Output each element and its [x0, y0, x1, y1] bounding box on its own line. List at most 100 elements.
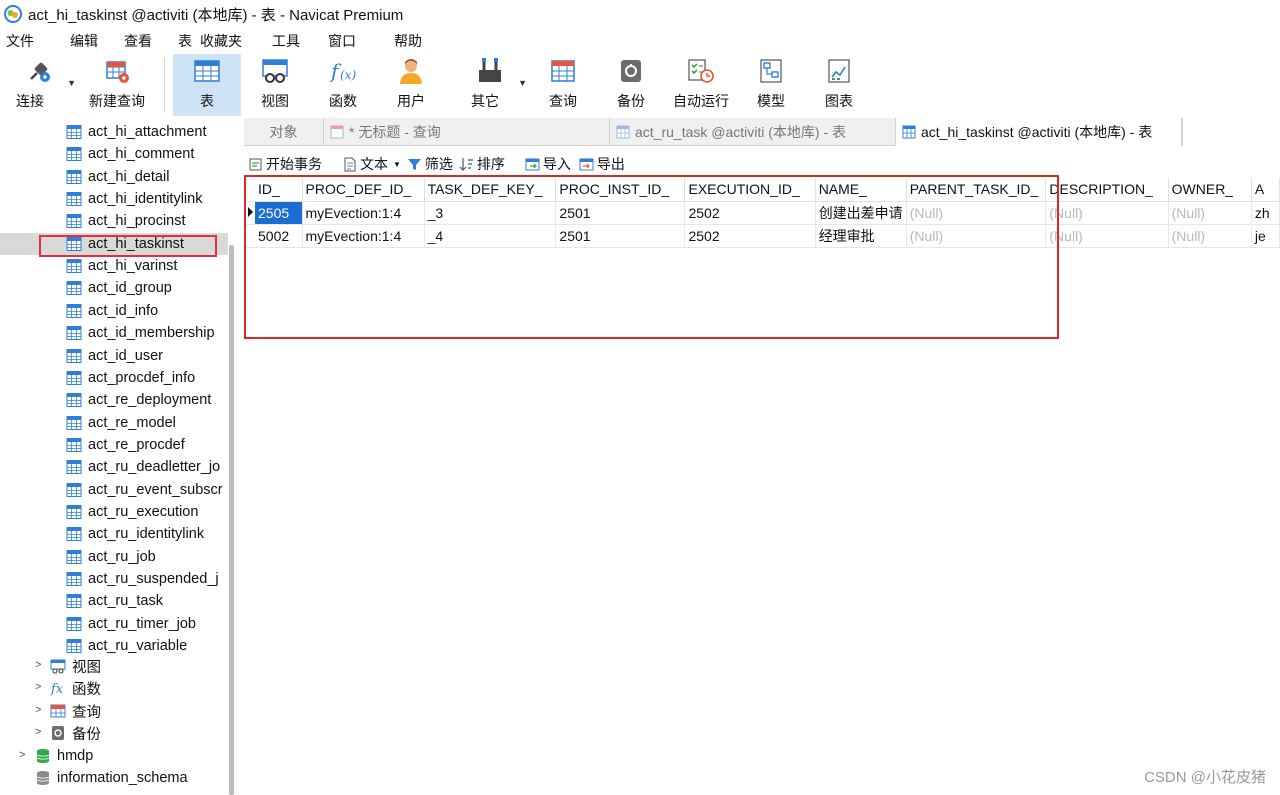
- chevron-down-icon[interactable]: ▼: [393, 160, 401, 169]
- tree-database-information-schema[interactable]: information_schema: [35, 767, 188, 789]
- tab-search-box[interactable]: [1182, 118, 1280, 146]
- table-cell[interactable]: (Null): [1168, 224, 1252, 248]
- tree-table-item[interactable]: act_ru_event_subscr: [66, 479, 223, 501]
- sidebar-scrollbar[interactable]: [229, 245, 234, 795]
- column-header[interactable]: DESCRIPTION_: [1045, 178, 1169, 202]
- data-grid[interactable]: ID_ PROC_DEF_ID_ TASK_DEF_KEY_ PROC_INST_ID…: [246, 178, 1280, 795]
- chevron-down-icon[interactable]: ▼: [518, 78, 527, 88]
- tab-objects[interactable]: 对象: [244, 118, 324, 146]
- export-button[interactable]: 导出: [579, 154, 625, 174]
- function-button[interactable]: f (x) 函数: [309, 54, 377, 116]
- table-cell[interactable]: myEvection:1:4: [302, 201, 425, 225]
- tree-table-item[interactable]: act_procdef_info: [66, 367, 195, 389]
- table-cell[interactable]: 5002: [255, 224, 303, 248]
- sort-button[interactable]: 排序: [459, 154, 505, 174]
- tree-table-item[interactable]: act_hi_identitylink: [66, 188, 202, 210]
- chevron-right-icon[interactable]: >: [19, 749, 25, 761]
- tree-table-item[interactable]: act_hi_detail: [66, 166, 169, 188]
- table-cell[interactable]: (Null): [1045, 224, 1169, 248]
- menu-file[interactable]: 文件: [0, 28, 42, 54]
- tree-table-item[interactable]: act_re_deployment: [66, 389, 211, 411]
- chevron-right-icon[interactable]: >: [35, 726, 41, 738]
- tree-group-views[interactable]: 视图: [50, 655, 101, 677]
- model-button[interactable]: 模型: [737, 54, 805, 116]
- tab-untitled-query[interactable]: * 无标题 - 查询: [324, 118, 610, 146]
- tree-database-hmdp[interactable]: hmdp: [35, 745, 93, 767]
- menu-table[interactable]: 表: [170, 28, 192, 54]
- tree-table-item[interactable]: act_hi_procinst: [66, 210, 186, 232]
- tree-table-item[interactable]: act_id_info: [66, 300, 158, 322]
- table-cell[interactable]: _3: [424, 201, 557, 225]
- tree-table-item[interactable]: act_ru_timer_job: [66, 613, 196, 635]
- column-header[interactable]: PROC_DEF_ID_: [302, 178, 425, 202]
- table-cell[interactable]: 2502: [684, 224, 816, 248]
- import-button[interactable]: 导入: [525, 154, 571, 174]
- menu-help[interactable]: 帮助: [386, 28, 430, 54]
- tree-group-queries[interactable]: 查询: [50, 700, 101, 722]
- new-query-button[interactable]: 新建查询: [78, 54, 156, 116]
- filter-button[interactable]: 筛选: [407, 154, 453, 174]
- table-cell[interactable]: (Null): [906, 224, 1047, 248]
- chevron-right-icon[interactable]: >: [35, 681, 41, 693]
- table-cell[interactable]: myEvection:1:4: [302, 224, 425, 248]
- menu-tools[interactable]: 工具: [264, 28, 308, 54]
- automation-button[interactable]: 自动运行: [665, 54, 737, 116]
- table-cell[interactable]: je: [1251, 224, 1280, 248]
- table-cell[interactable]: (Null): [906, 201, 1047, 225]
- object-tree[interactable]: act_hi_attachment act_hi_comment act_hi_de…: [0, 118, 228, 795]
- table-cell[interactable]: (Null): [1168, 201, 1252, 225]
- tree-group-backups[interactable]: 备份: [50, 722, 101, 744]
- tree-table-item[interactable]: act_id_user: [66, 345, 163, 367]
- menu-edit[interactable]: 编辑: [62, 28, 106, 54]
- table-cell[interactable]: 创建出差申请: [815, 201, 907, 225]
- menu-view[interactable]: 查看: [116, 28, 160, 54]
- other-button[interactable]: 其它 ▼: [451, 54, 529, 116]
- tree-table-item[interactable]: act_hi_comment: [66, 143, 194, 165]
- tree-table-item[interactable]: act_id_group: [66, 277, 172, 299]
- table-row[interactable]: 5002 myEvection:1:4 _4 2501 2502 经理审批 (Null) (N…: [246, 224, 1280, 248]
- column-header[interactable]: A: [1251, 178, 1280, 202]
- table-button[interactable]: 表: [173, 54, 241, 116]
- tree-table-item[interactable]: act_ru_task: [66, 590, 163, 612]
- tree-group-functions[interactable]: fx 函数: [50, 677, 101, 699]
- column-header[interactable]: ID_: [255, 178, 303, 202]
- table-cell[interactable]: 2501: [555, 201, 686, 225]
- chart-button[interactable]: 图表: [805, 54, 873, 116]
- column-header[interactable]: NAME_: [815, 178, 907, 202]
- tree-table-item[interactable]: act_hi_attachment: [66, 121, 207, 143]
- tree-table-item[interactable]: act_id_membership: [66, 322, 215, 344]
- tab-ru-task[interactable]: act_ru_task @activiti (本地库) - 表: [610, 118, 896, 146]
- column-header[interactable]: EXECUTION_ID_: [684, 178, 816, 202]
- user-button[interactable]: 用户: [377, 54, 445, 116]
- chevron-right-icon[interactable]: >: [35, 704, 41, 716]
- table-row[interactable]: 2505 myEvection:1:4 _3 2501 2502 创建出差申请 (Null)…: [246, 201, 1280, 225]
- column-header[interactable]: OWNER_: [1168, 178, 1252, 202]
- begin-transaction-button[interactable]: 开始事务: [248, 154, 322, 174]
- table-cell[interactable]: 经理审批: [815, 224, 907, 248]
- column-header[interactable]: TASK_DEF_KEY_: [424, 178, 557, 202]
- table-cell[interactable]: zh: [1251, 201, 1280, 225]
- backup-button[interactable]: 备份: [597, 54, 665, 116]
- chevron-down-icon[interactable]: ▼: [67, 78, 76, 88]
- chevron-right-icon[interactable]: >: [35, 659, 41, 671]
- tree-table-item[interactable]: act_ru_identitylink: [66, 523, 204, 545]
- view-button[interactable]: 视图: [241, 54, 309, 116]
- text-button[interactable]: 文本 ▼: [342, 154, 401, 174]
- menu-favorites[interactable]: 收藏夹: [192, 28, 250, 54]
- menu-window[interactable]: 窗口: [320, 28, 364, 54]
- tab-hi-taskinst[interactable]: act_hi_taskinst @activiti (本地库) - 表: [896, 118, 1182, 146]
- tree-table-item[interactable]: act_ru_variable: [66, 635, 187, 657]
- tree-table-item[interactable]: act_ru_execution: [66, 501, 198, 523]
- tree-table-item[interactable]: act_ru_suspended_j: [66, 568, 219, 590]
- query-button[interactable]: 查询: [529, 54, 597, 116]
- column-header[interactable]: PARENT_TASK_ID_: [906, 178, 1047, 202]
- table-cell[interactable]: 2502: [684, 201, 816, 225]
- tree-table-item[interactable]: act_ru_job: [66, 546, 156, 568]
- tree-table-item[interactable]: act_hi_varinst: [66, 255, 177, 277]
- column-header[interactable]: PROC_INST_ID_: [555, 178, 686, 202]
- table-cell[interactable]: _4: [424, 224, 557, 248]
- table-cell[interactable]: 2505: [255, 201, 303, 225]
- tree-table-item[interactable]: act_re_procdef: [66, 434, 185, 456]
- connect-button[interactable]: 连接 ▼: [0, 54, 78, 116]
- table-cell[interactable]: 2501: [555, 224, 686, 248]
